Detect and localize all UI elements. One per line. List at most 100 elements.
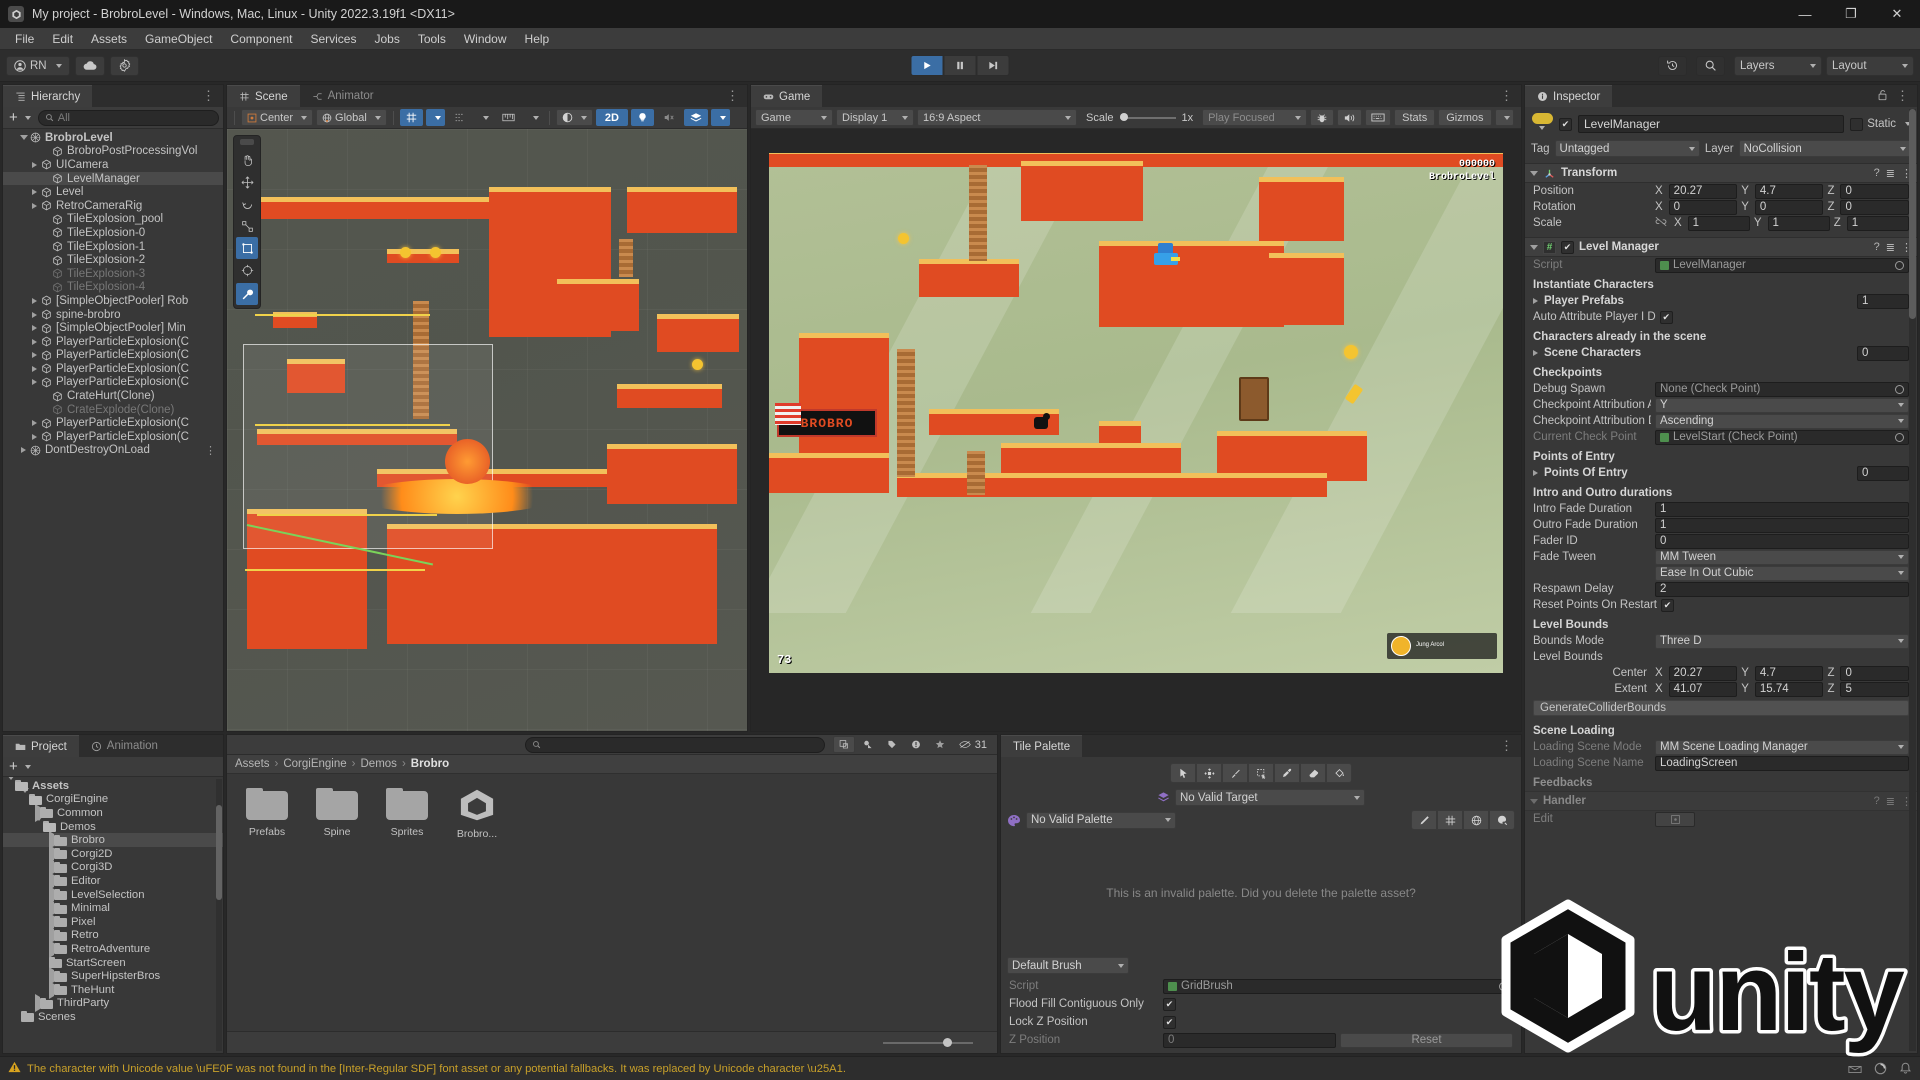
tilemap-target-dropdown[interactable]: No Valid Target bbox=[1175, 789, 1365, 806]
twisty[interactable] bbox=[29, 433, 40, 440]
twisty[interactable] bbox=[18, 447, 29, 454]
gizmo-toggle-button[interactable] bbox=[1463, 810, 1489, 830]
box-fill-tool-button[interactable] bbox=[1248, 763, 1274, 783]
auto-attribute-checkbox[interactable] bbox=[1659, 310, 1673, 324]
settings-button[interactable] bbox=[109, 55, 139, 76]
object-picker-icon[interactable] bbox=[1499, 981, 1508, 991]
rotation-x-field[interactable]: 0 bbox=[1668, 199, 1738, 215]
draw-mode-button[interactable] bbox=[555, 109, 593, 126]
tab-game[interactable]: Game bbox=[751, 85, 823, 107]
expand-arrow-icon[interactable] bbox=[32, 189, 37, 196]
hierarchy-item[interactable]: LevelManager bbox=[3, 171, 223, 186]
edit-collider-button[interactable] bbox=[1655, 811, 1695, 827]
player-prefabs-size-field[interactable]: 1 bbox=[1857, 293, 1909, 309]
expand-arrow-icon[interactable] bbox=[32, 297, 37, 304]
effects-dropdown[interactable] bbox=[710, 109, 730, 126]
search-button[interactable] bbox=[1696, 55, 1725, 76]
hierarchy-item[interactable]: TileExplosion_pool bbox=[3, 213, 223, 227]
project-tree-item[interactable]: Corgi3D bbox=[3, 858, 223, 877]
scale-tool-button[interactable] bbox=[234, 215, 260, 237]
hierarchy-item[interactable]: TileExplosion-2 bbox=[3, 253, 223, 267]
preset-icon[interactable]: ≣ bbox=[1886, 241, 1895, 254]
stats-icon-button[interactable] bbox=[1365, 109, 1392, 126]
generate-collider-bounds-button[interactable]: GenerateColliderBounds bbox=[1533, 700, 1909, 716]
scale-y-field[interactable]: 1 bbox=[1767, 215, 1830, 231]
expand-arrow-icon[interactable] bbox=[32, 433, 37, 440]
bounds-mode-dropdown[interactable]: Three D bbox=[1655, 633, 1909, 649]
position-y-field[interactable]: 4.7 bbox=[1754, 183, 1824, 199]
inspector-panel-menu[interactable]: ⋮ bbox=[1870, 85, 1917, 107]
project-add-button[interactable]: + bbox=[7, 758, 33, 775]
project-tree-item[interactable]: Brobro bbox=[3, 831, 223, 850]
twisty[interactable] bbox=[29, 420, 40, 427]
reset-points-checkbox[interactable] bbox=[1661, 598, 1674, 612]
rect-tool-button[interactable] bbox=[236, 237, 258, 259]
paint-bucket-tool-button[interactable] bbox=[1326, 763, 1352, 783]
scale-x-field[interactable]: 1 bbox=[1687, 215, 1750, 231]
hierarchy-item[interactable]: PlayerParticleExplosion(C bbox=[3, 376, 223, 390]
twisty[interactable] bbox=[29, 325, 40, 332]
static-checkbox[interactable] bbox=[1850, 117, 1864, 131]
unlink-icon[interactable] bbox=[1655, 216, 1667, 230]
hierarchy-item[interactable]: [SimpleObjectPooler] Min bbox=[3, 321, 223, 335]
hierarchy-add-button[interactable]: + bbox=[7, 109, 33, 126]
hierarchy-item[interactable]: TileExplosion-3 bbox=[3, 267, 223, 281]
object-enabled-checkbox[interactable] bbox=[1559, 117, 1572, 131]
collapse-arrow-icon[interactable] bbox=[1530, 244, 1538, 250]
twisty[interactable] bbox=[29, 202, 40, 209]
history-button[interactable] bbox=[1658, 55, 1687, 76]
expand-arrow-icon[interactable] bbox=[32, 202, 37, 209]
scrollbar-thumb[interactable] bbox=[216, 805, 222, 900]
fader-id-field[interactable]: 0 bbox=[1655, 533, 1909, 549]
rotate-tool-button[interactable] bbox=[234, 193, 260, 215]
respawn-delay-field[interactable]: 2 bbox=[1655, 581, 1909, 597]
audio-toggle-button[interactable] bbox=[657, 109, 681, 126]
filter-type-button[interactable] bbox=[857, 736, 879, 753]
project-tree-item[interactable]: Pixel bbox=[3, 912, 223, 931]
tab-tile-palette[interactable]: Tile Palette bbox=[1001, 735, 1083, 757]
reset-button[interactable]: Reset bbox=[1340, 1032, 1513, 1048]
grid-snapping-button[interactable] bbox=[399, 109, 423, 126]
handler-component-header[interactable]: Handler ? ≣ ⋮ bbox=[1525, 791, 1917, 811]
breadcrumb-item[interactable]: Brobro bbox=[411, 758, 449, 770]
play-button[interactable] bbox=[910, 55, 944, 76]
expand-arrow-icon[interactable] bbox=[32, 379, 37, 386]
hierarchy-item[interactable]: TileExplosion-4 bbox=[3, 281, 223, 295]
collab-icon[interactable] bbox=[1848, 1063, 1862, 1075]
hierarchy-item[interactable]: PlayerParticleExplosion(C bbox=[3, 335, 223, 349]
minimize-button[interactable]: — bbox=[1782, 0, 1828, 28]
intro-fade-field[interactable]: 1 bbox=[1655, 501, 1909, 517]
twisty[interactable] bbox=[18, 135, 29, 141]
hierarchy-item[interactable]: DontDestroyOnLoad ⋮ bbox=[3, 444, 223, 458]
twisty[interactable] bbox=[29, 297, 40, 304]
filter-favorite-button[interactable] bbox=[929, 736, 951, 753]
lighting-toggle-button[interactable] bbox=[630, 109, 654, 126]
extent-y-field[interactable]: 15.74 bbox=[1754, 681, 1824, 697]
transform-tool-button[interactable] bbox=[234, 259, 260, 281]
tile-palette-canvas[interactable]: This is an invalid palette. Did you dele… bbox=[1001, 832, 1521, 954]
account-button[interactable]: RN bbox=[6, 55, 70, 76]
twisty[interactable] bbox=[7, 777, 15, 792]
help-icon[interactable]: ? bbox=[1874, 241, 1880, 253]
expand-arrow-icon[interactable] bbox=[32, 338, 37, 345]
asset-grid-item[interactable]: Sprites bbox=[381, 788, 433, 838]
scale-knob[interactable] bbox=[1119, 113, 1128, 121]
twisty[interactable] bbox=[29, 189, 40, 196]
play-focused-dropdown[interactable]: Play Focused bbox=[1202, 109, 1308, 126]
scene-characters-size-field[interactable]: 0 bbox=[1857, 345, 1909, 361]
snap-dropdown[interactable] bbox=[474, 109, 493, 126]
game-viewport[interactable]: BROBRO 000000 BrobroLevel 73 Jung Arcol bbox=[751, 129, 1521, 731]
brush-dropdown[interactable]: Default Brush bbox=[1007, 957, 1129, 974]
asset-grid[interactable]: Prefabs Spine Sprites Brobro... bbox=[227, 774, 997, 1031]
menu-item-jobs[interactable]: Jobs bbox=[365, 30, 408, 48]
fade-tween-dropdown[interactable]: MM Tween bbox=[1655, 549, 1909, 565]
loading-name-field[interactable]: LoadingScreen bbox=[1655, 755, 1909, 771]
project-tree-item[interactable]: SuperHipsterBros bbox=[3, 967, 223, 986]
expand-arrow-icon[interactable] bbox=[32, 161, 37, 168]
hierarchy-item[interactable]: BrobroPostProcessingVol bbox=[3, 145, 223, 159]
menu-item-services[interactable]: Services bbox=[301, 30, 365, 48]
hand-tool-button[interactable] bbox=[234, 149, 260, 171]
hierarchy-item[interactable]: PlayerParticleExplosion(C bbox=[3, 362, 223, 376]
grid-toggle-button[interactable] bbox=[1437, 810, 1463, 830]
project-tree-item[interactable]: CorgiEngine bbox=[3, 788, 223, 807]
